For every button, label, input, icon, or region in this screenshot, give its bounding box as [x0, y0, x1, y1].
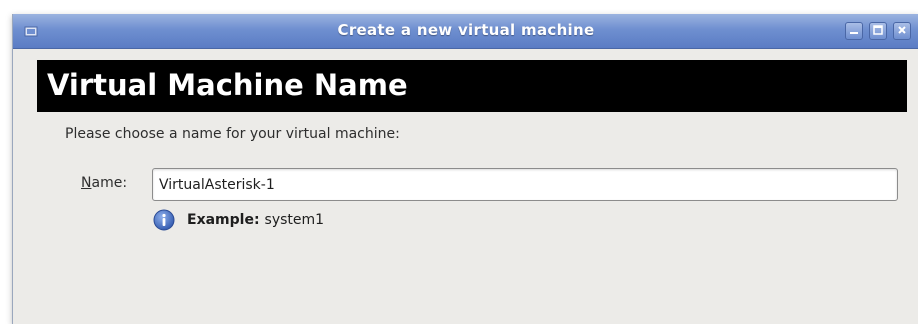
page-header: Virtual Machine Name	[37, 60, 907, 112]
close-icon	[897, 25, 907, 37]
dialog-window: Create a new virtual machine Virtual Mac…	[12, 14, 918, 324]
minimize-icon	[849, 25, 859, 37]
minimize-button[interactable]	[845, 22, 863, 40]
example-value: system1	[264, 212, 325, 228]
title-bar[interactable]: Create a new virtual machine	[13, 14, 918, 49]
window-title: Create a new virtual machine	[337, 21, 595, 39]
maximize-button[interactable]	[869, 22, 887, 40]
vm-name-input[interactable]	[152, 168, 898, 201]
name-label: Name:	[81, 175, 127, 191]
maximize-icon	[873, 25, 883, 37]
info-icon	[153, 209, 175, 231]
page-title: Virtual Machine Name	[47, 68, 408, 102]
close-button[interactable]	[893, 22, 911, 40]
desktop: Create a new virtual machine Virtual Mac…	[0, 0, 918, 324]
example-label: Example:	[187, 212, 260, 228]
name-label-mnemonic: N	[81, 175, 92, 191]
example-hint: Example: system1	[153, 208, 324, 232]
instruction-text: Please choose a name for your virtual ma…	[65, 126, 400, 142]
name-label-text: ame:	[91, 175, 128, 191]
